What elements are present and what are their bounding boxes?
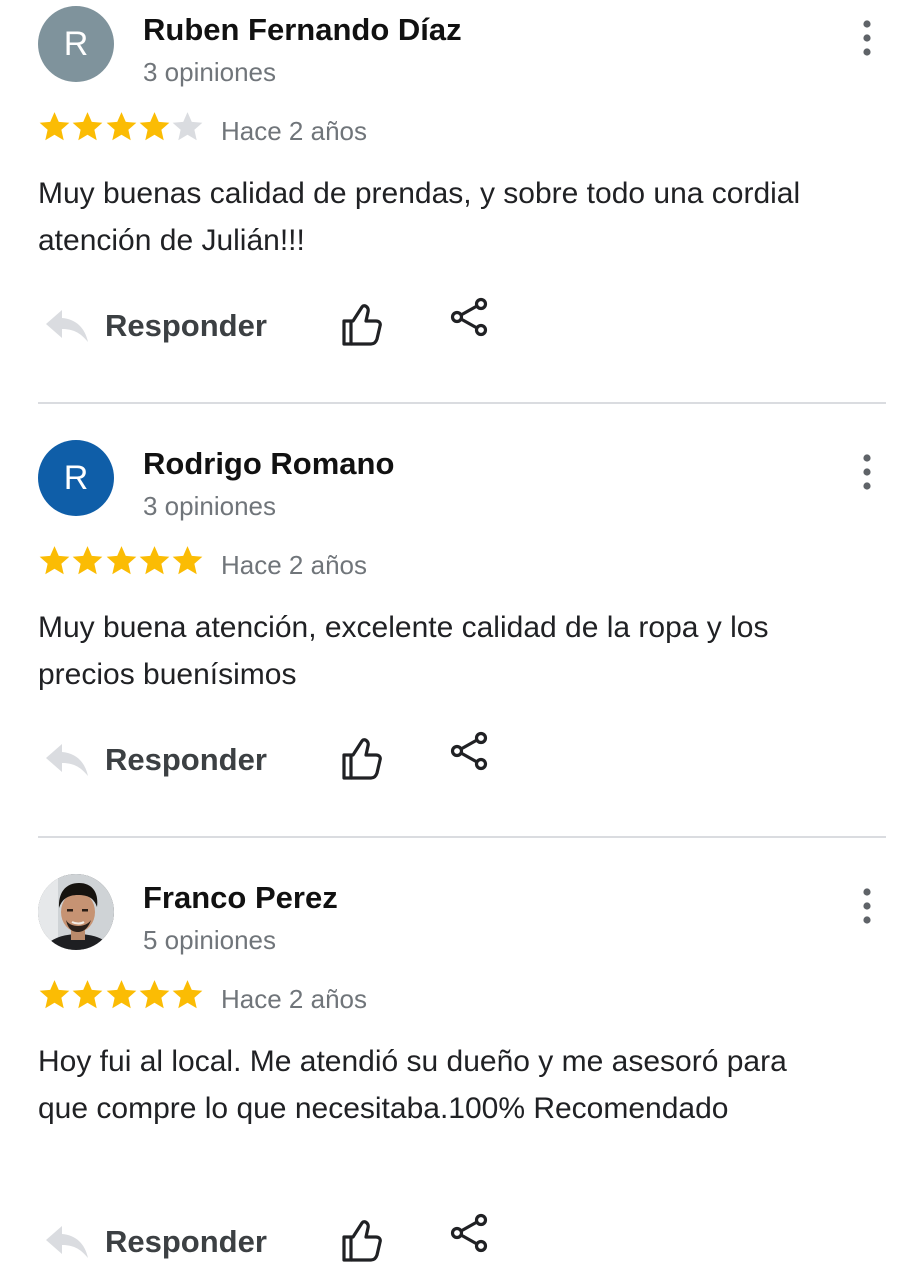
more-vert-icon[interactable] xyxy=(856,454,878,490)
star-rating xyxy=(38,544,204,584)
reply-icon[interactable] xyxy=(44,1222,90,1262)
thumb-up-icon[interactable] xyxy=(338,1218,384,1264)
review-text: Muy buena atención, excelente calidad de… xyxy=(38,611,769,691)
star-icon xyxy=(72,112,103,141)
avatar[interactable]: R xyxy=(38,440,114,516)
star-icon xyxy=(172,112,203,141)
reply-button[interactable]: Responder xyxy=(105,742,267,778)
reviewer-name[interactable]: Franco Perez xyxy=(143,880,338,916)
star-icon xyxy=(106,546,136,575)
avatar-letter: R xyxy=(63,24,89,63)
reply-button[interactable]: Responder xyxy=(105,308,267,344)
review-date: Hace 2 años xyxy=(221,550,367,580)
more-vert-icon[interactable] xyxy=(856,20,878,56)
review-count: 3 opiniones xyxy=(143,491,276,521)
review-actions: Responder xyxy=(38,296,598,356)
thumb-up-icon[interactable] xyxy=(338,736,384,782)
star-icon xyxy=(172,546,203,575)
star-rating xyxy=(38,110,204,150)
star-icon xyxy=(39,546,70,575)
star-icon xyxy=(172,980,203,1009)
review-count: 5 opiniones xyxy=(143,925,276,955)
avatar[interactable]: R xyxy=(38,6,114,82)
review-date: Hace 2 años xyxy=(221,984,367,1014)
avatar-letter: R xyxy=(63,458,89,497)
review-actions: Responder xyxy=(38,730,598,790)
avatar-photo[interactable] xyxy=(38,874,114,950)
thumb-up-icon[interactable] xyxy=(338,302,384,348)
avatar-photo-image xyxy=(38,874,114,950)
review-text: Hoy fui al local. Me atendió su dueño y … xyxy=(38,1045,787,1125)
review-text: Muy buenas calidad de prendas, y sobre t… xyxy=(38,177,801,257)
reply-icon[interactable] xyxy=(44,740,90,780)
divider xyxy=(38,836,886,838)
reviewer-name[interactable]: Ruben Fernando Díaz xyxy=(143,12,462,48)
star-icon xyxy=(39,980,70,1009)
share-icon[interactable] xyxy=(448,730,490,772)
star-rating xyxy=(38,978,204,1018)
star-icon xyxy=(39,112,70,141)
divider xyxy=(38,402,886,404)
star-icon xyxy=(106,112,136,141)
review-date: Hace 2 años xyxy=(221,116,367,146)
star-icon xyxy=(139,546,170,575)
more-vert-icon[interactable] xyxy=(856,888,878,924)
review-count: 3 opiniones xyxy=(143,57,276,87)
star-icon xyxy=(106,980,136,1009)
star-icon xyxy=(72,546,103,575)
share-icon[interactable] xyxy=(448,1212,490,1254)
star-icon xyxy=(139,980,170,1009)
star-icon xyxy=(72,980,103,1009)
reviewer-name[interactable]: Rodrigo Romano xyxy=(143,446,394,482)
review-actions: Responder xyxy=(38,1212,598,1272)
reply-icon[interactable] xyxy=(44,306,90,346)
star-icon xyxy=(139,112,170,141)
share-icon[interactable] xyxy=(448,296,490,338)
reply-button[interactable]: Responder xyxy=(105,1224,267,1260)
